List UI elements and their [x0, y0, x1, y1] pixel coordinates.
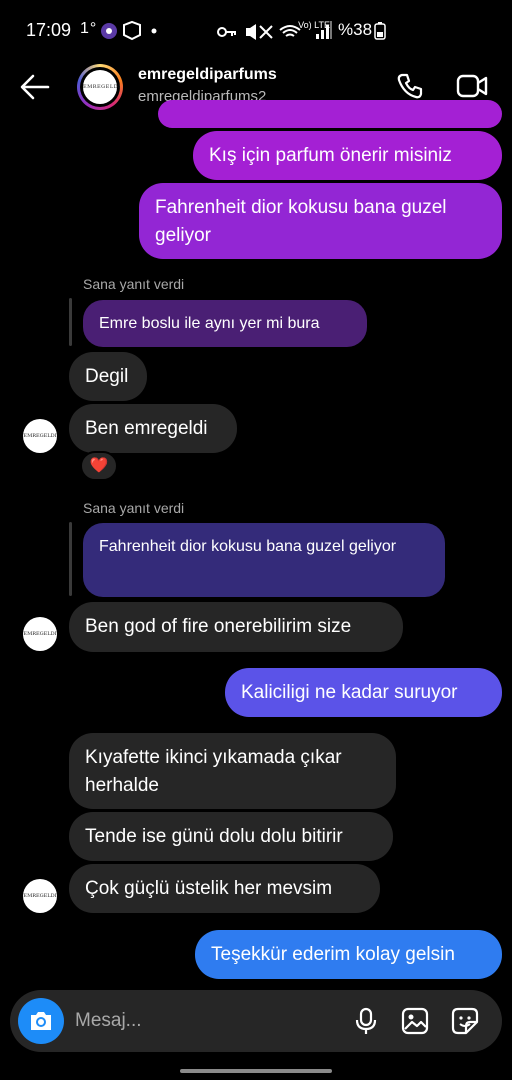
incoming-message[interactable]: Ben god of fire onerebilirim size	[69, 602, 403, 652]
back-arrow-icon[interactable]	[18, 72, 52, 102]
sender-avatar[interactable]: EMREGELDI	[23, 879, 57, 913]
quoted-message[interactable]: Emre boslu ile aynı yer mi bura	[83, 300, 367, 347]
incoming-message[interactable]: Tende ise günü dolu dolu bitirir	[69, 812, 393, 861]
outgoing-message[interactable]: Fahrenheit dior kokusu bana guzel geliyo…	[139, 183, 502, 259]
gallery-icon[interactable]	[400, 1006, 430, 1036]
reply-label: Sana yanıt verdi	[83, 276, 185, 292]
sticker-icon[interactable]	[450, 1006, 480, 1036]
sender-avatar[interactable]: EMREGELDI	[23, 617, 57, 651]
outgoing-message-partial[interactable]	[158, 100, 502, 128]
camera-icon	[28, 1009, 54, 1038]
reply-bar	[69, 522, 72, 596]
avatar[interactable]: EMREGELDI	[77, 64, 123, 110]
microphone-icon[interactable]	[351, 1006, 381, 1036]
battery-icon	[374, 22, 386, 45]
avatar-logo: EMREGELDI	[83, 70, 120, 104]
sender-avatar[interactable]: EMREGELDI	[23, 419, 57, 453]
quoted-message[interactable]: Fahrenheit dior kokusu bana guzel geliyo…	[83, 523, 445, 597]
outgoing-message[interactable]: Kış için parfum önerir misiniz	[193, 131, 502, 180]
phone-icon[interactable]	[396, 72, 424, 100]
video-icon[interactable]	[456, 73, 488, 99]
battery-percent: %38	[338, 20, 373, 39]
message-input[interactable]: Mesaj...	[75, 1010, 142, 1032]
notification-icons	[100, 20, 160, 47]
outgoing-message[interactable]: Teşekkür ederim kolay gelsin	[195, 930, 502, 979]
status-temp: 1°	[80, 20, 98, 37]
outgoing-message[interactable]: Kaliciligi ne kadar suruyor	[225, 668, 502, 717]
home-indicator[interactable]	[180, 1069, 332, 1073]
heart-reaction[interactable]: ❤️	[80, 451, 118, 481]
incoming-message[interactable]: Ben emregeldi	[69, 404, 237, 453]
message-composer: Mesaj...	[10, 990, 502, 1052]
reply-label: Sana yanıt verdi	[83, 500, 185, 516]
camera-button[interactable]	[18, 998, 64, 1044]
contact-name[interactable]: emregeldiparfums	[138, 66, 277, 84]
status-time: 17:09	[26, 20, 72, 40]
incoming-message[interactable]: Degil	[69, 352, 147, 401]
reply-bar	[69, 298, 72, 346]
signal-icon	[315, 20, 333, 45]
incoming-message[interactable]: Çok güçlü üstelik her mevsim	[69, 864, 380, 913]
incoming-message[interactable]: Kıyafette ikinci yıkamada çıkar herhalde	[69, 733, 396, 809]
status-bar: 17:09 1° Vo) LTE %38	[0, 0, 512, 62]
